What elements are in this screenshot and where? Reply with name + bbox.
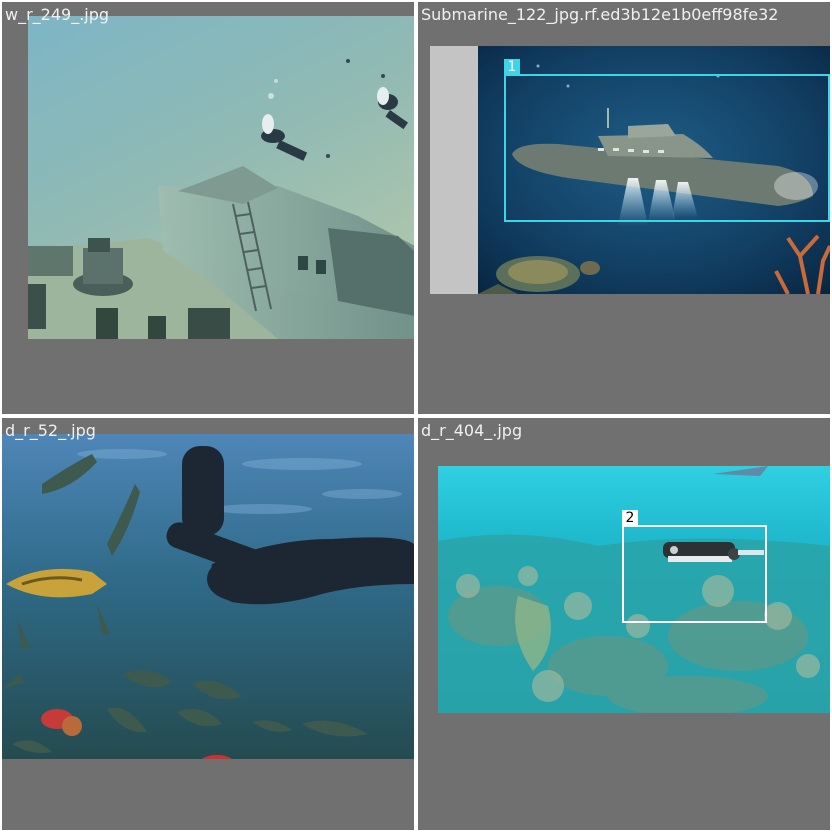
detection-box-rov[interactable]: 2 xyxy=(622,510,767,623)
image-filename-label: d_r_404_.jpg xyxy=(421,421,523,440)
image-tile-rov-reef[interactable]: d_r_404_.jpg 2 xyxy=(418,418,830,830)
detection-id-label: 2 xyxy=(622,510,638,526)
detection-id-label: 1 xyxy=(504,59,520,75)
image-filename-label: d_r_52_.jpg xyxy=(5,421,96,440)
image-tile-shipwreck[interactable]: w_r_249_.jpg xyxy=(2,2,414,414)
image-filename-label: Submarine_122_jpg.rf.ed3b12e1b0eff98fe32 xyxy=(421,5,779,24)
image-grid: w_r_249_.jpg Submarine_122_jpg.rf.ed3b12… xyxy=(0,0,832,832)
image-tile-submarine[interactable]: Submarine_122_jpg.rf.ed3b12e1b0eff98fe32 xyxy=(418,2,830,414)
image-filename-label: w_r_249_.jpg xyxy=(5,5,110,24)
shipwreck-photo xyxy=(28,16,414,339)
diver-fish-photo xyxy=(2,434,414,759)
image-tile-diver-fish[interactable]: d_r_52_.jpg xyxy=(2,418,414,830)
detection-box-submarine[interactable]: 1 xyxy=(504,59,830,222)
